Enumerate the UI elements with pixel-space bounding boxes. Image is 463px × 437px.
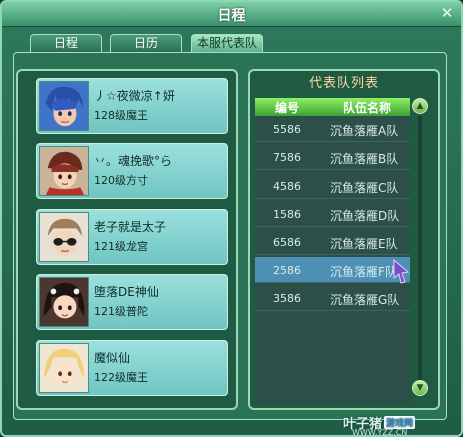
team-row-selected[interactable]: 2586 沉鱼落雁F队 <box>255 257 410 283</box>
member-name: 魔似仙 <box>94 351 131 365</box>
member-level: 121级普陀 <box>94 305 148 318</box>
title-bar[interactable]: 日程 ✕ <box>2 2 461 27</box>
team-row[interactable]: 4586 沉鱼落雁C队 <box>255 173 410 199</box>
member-name: 丿☆夜微凉↑妍 <box>94 89 175 103</box>
team-id: 5586 <box>273 123 301 136</box>
member-card[interactable]: 丷。魂挽歌°ら 120级方寸 <box>36 143 228 199</box>
tab-server-team[interactable]: 本服代表队 <box>191 34 263 52</box>
team-id: 2586 <box>273 264 301 277</box>
team-id: 3586 <box>273 292 301 305</box>
team-list-scrollbar[interactable]: ▲ ▼ <box>412 98 430 398</box>
team-row[interactable]: 3586 沉鱼落雁G队 <box>255 285 410 311</box>
team-list-header: 编号 队伍名称 <box>255 98 410 116</box>
column-header-name: 队伍名称 <box>343 101 392 115</box>
team-row[interactable]: 6586 沉鱼落雁E队 <box>255 229 410 255</box>
member-panel: 丿☆夜微凉↑妍 128级魔王 丷。魂挽歌°ら 120级方寸 老子就是太子 121… <box>16 69 238 410</box>
team-name: 沉鱼落雁A队 <box>330 124 399 138</box>
member-level: 120级方寸 <box>94 174 148 187</box>
blue-hair-portrait <box>39 81 89 131</box>
team-name: 沉鱼落雁D队 <box>330 209 400 223</box>
member-card[interactable]: 魔似仙 122级魔王 <box>36 340 228 396</box>
team-name: 沉鱼落雁B队 <box>330 152 399 166</box>
team-name: 沉鱼落雁E队 <box>330 237 398 251</box>
team-id: 4586 <box>273 180 301 193</box>
member-level: 122级魔王 <box>94 371 148 384</box>
window-title: 日程 <box>217 8 246 24</box>
member-name: 堕落DE神仙 <box>94 285 159 299</box>
member-level: 121级龙宫 <box>94 240 148 253</box>
red-cap-portrait <box>39 146 89 196</box>
team-id: 1586 <box>273 208 301 221</box>
scroll-up-icon[interactable]: ▲ <box>412 98 428 114</box>
close-icon[interactable]: ✕ <box>439 5 455 21</box>
watermark-url: WWW.YZZ.CN <box>352 428 408 437</box>
team-list-title: 代表队列表 <box>308 76 379 91</box>
member-level: 128级魔王 <box>94 109 148 122</box>
tab-schedule[interactable]: 日程 <box>30 34 102 52</box>
team-name: 沉鱼落雁G队 <box>330 293 400 307</box>
scroll-down-icon[interactable]: ▼ <box>412 380 428 396</box>
team-id: 6586 <box>273 236 301 249</box>
column-header-id: 编号 <box>275 101 300 115</box>
member-card[interactable]: 堕落DE神仙 121级普陀 <box>36 274 228 330</box>
member-card[interactable]: 老子就是太子 121级龙宫 <box>36 209 228 265</box>
mouse-cursor-icon <box>393 258 410 284</box>
team-name: 沉鱼落雁C队 <box>330 181 399 195</box>
blonde-portrait <box>39 343 89 393</box>
team-name: 沉鱼落雁F队 <box>330 265 397 279</box>
dark-hair-portrait <box>39 277 89 327</box>
team-id: 7586 <box>273 151 301 164</box>
scroll-track[interactable] <box>418 116 422 380</box>
member-name: 丷。魂挽歌°ら <box>94 154 173 168</box>
team-row[interactable]: 1586 沉鱼落雁D队 <box>255 201 410 227</box>
team-row[interactable]: 5586 沉鱼落雁A队 <box>255 116 410 142</box>
tab-calendar[interactable]: 日历 <box>110 34 182 52</box>
member-name: 老子就是太子 <box>94 220 167 234</box>
team-row[interactable]: 7586 沉鱼落雁B队 <box>255 144 410 170</box>
member-card[interactable]: 丿☆夜微凉↑妍 128级魔王 <box>36 78 228 134</box>
sunglasses-portrait <box>39 212 89 262</box>
